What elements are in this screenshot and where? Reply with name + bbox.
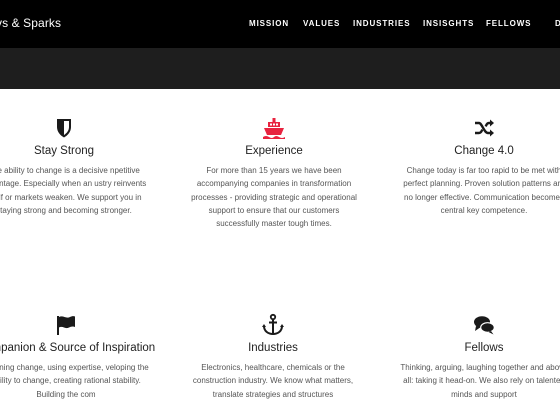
card-text: Electronics, healthcare, chemicals or th…: [192, 363, 354, 399]
card-title: Industries: [248, 342, 298, 354]
nav-item-fellows[interactable]: FELLOWS: [486, 19, 531, 28]
ship-icon: [263, 118, 285, 139]
flag-icon: [57, 316, 75, 335]
card-text: Thinking, arguing, laughing together and…: [400, 363, 560, 399]
nav-item-values[interactable]: VALUES: [303, 19, 340, 28]
nav-item-industries[interactable]: INDUSTRIES: [353, 19, 410, 28]
card-text: The ability to change is a decisive npet…: [0, 166, 147, 215]
card-title: Fellows: [464, 342, 504, 354]
top-navigation-bar: vs & Sparks MISSION VALUES INDUSTRIES IN…: [0, 0, 560, 48]
card-experience: Experience For more than 15 years we hav…: [184, 116, 364, 230]
card-companion: Companion & Source of Inspiration Planni…: [0, 313, 156, 401]
card-fellows: Fellows Thinking, arguing, laughing toge…: [394, 313, 560, 401]
card-text: Change today is far too rapid to be met …: [403, 166, 560, 215]
card-stay-strong: Stay Strong The ability to change is a d…: [0, 116, 154, 217]
hero-band: [0, 48, 560, 89]
card-change-4: Change 4.0 Change today is far too rapid…: [394, 116, 560, 217]
nav-item-d[interactable]: D: [555, 19, 560, 28]
card-title: Companion & Source of Inspiration: [0, 342, 156, 354]
card-text: For more than 15 years we have been acco…: [191, 166, 357, 229]
card-text: Planning change, using expertise, velopi…: [0, 363, 149, 399]
card-title: Change 4.0: [454, 145, 514, 157]
shield-icon: [57, 119, 71, 138]
shuffle-icon: [475, 119, 494, 137]
nav-item-insights[interactable]: INSISGHTS: [423, 19, 474, 28]
anchor-icon: [262, 313, 284, 336]
nav-item-mission[interactable]: MISSION: [249, 19, 289, 28]
card-industries: Industries Electronics, healthcare, chem…: [183, 313, 363, 401]
main-nav: MISSION VALUES INDUSTRIES INSISGHTS FELL…: [0, 19, 560, 31]
card-title: Stay Strong: [33, 145, 95, 157]
comments-icon: [474, 316, 495, 335]
card-title: Experience: [245, 145, 303, 157]
